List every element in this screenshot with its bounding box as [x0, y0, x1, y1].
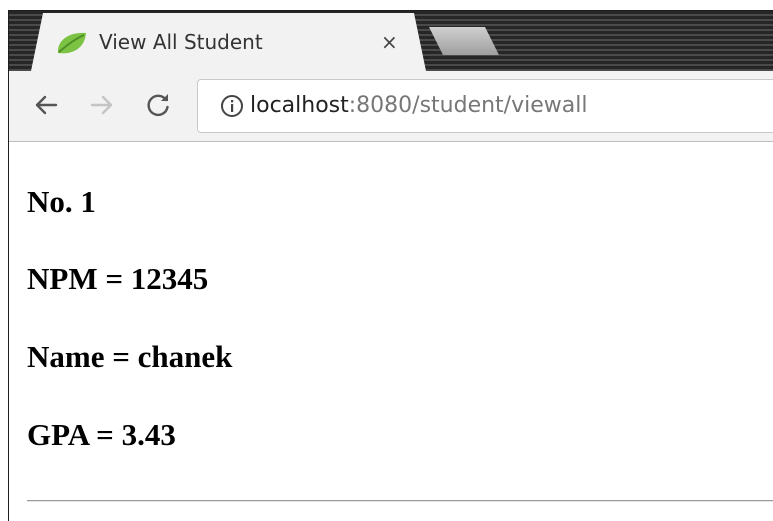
- tab-strip: View All Student ×: [9, 11, 773, 71]
- spring-leaf-icon: [57, 32, 86, 54]
- page-content: No. 1 NPM = 12345 Name = chanek GPA = 3.…: [9, 142, 773, 521]
- reload-icon[interactable]: [141, 88, 175, 122]
- student-name: Name = chanek: [27, 339, 233, 374]
- horizontal-rule: [27, 500, 773, 502]
- browser-window: View All Student × localhost:8080/studen…: [8, 10, 773, 521]
- student-npm: NPM = 12345: [27, 261, 209, 296]
- url-path: :8080/student/viewall: [348, 93, 588, 118]
- student-gpa: GPA = 3.43: [27, 417, 176, 452]
- address-url[interactable]: localhost:8080/student/viewall: [250, 92, 587, 120]
- info-icon[interactable]: [220, 94, 244, 118]
- forward-arrow-icon[interactable]: [85, 88, 119, 122]
- tab-close-icon[interactable]: ×: [381, 30, 398, 54]
- tab-title: View All Student: [99, 30, 263, 54]
- student-number-heading: No. 1: [27, 184, 96, 219]
- address-bar[interactable]: localhost:8080/student/viewall: [197, 79, 773, 133]
- browser-toolbar: localhost:8080/student/viewall: [9, 71, 773, 142]
- url-host: localhost: [250, 93, 349, 118]
- new-tab-button[interactable]: [429, 27, 499, 55]
- back-arrow-icon[interactable]: [29, 88, 63, 122]
